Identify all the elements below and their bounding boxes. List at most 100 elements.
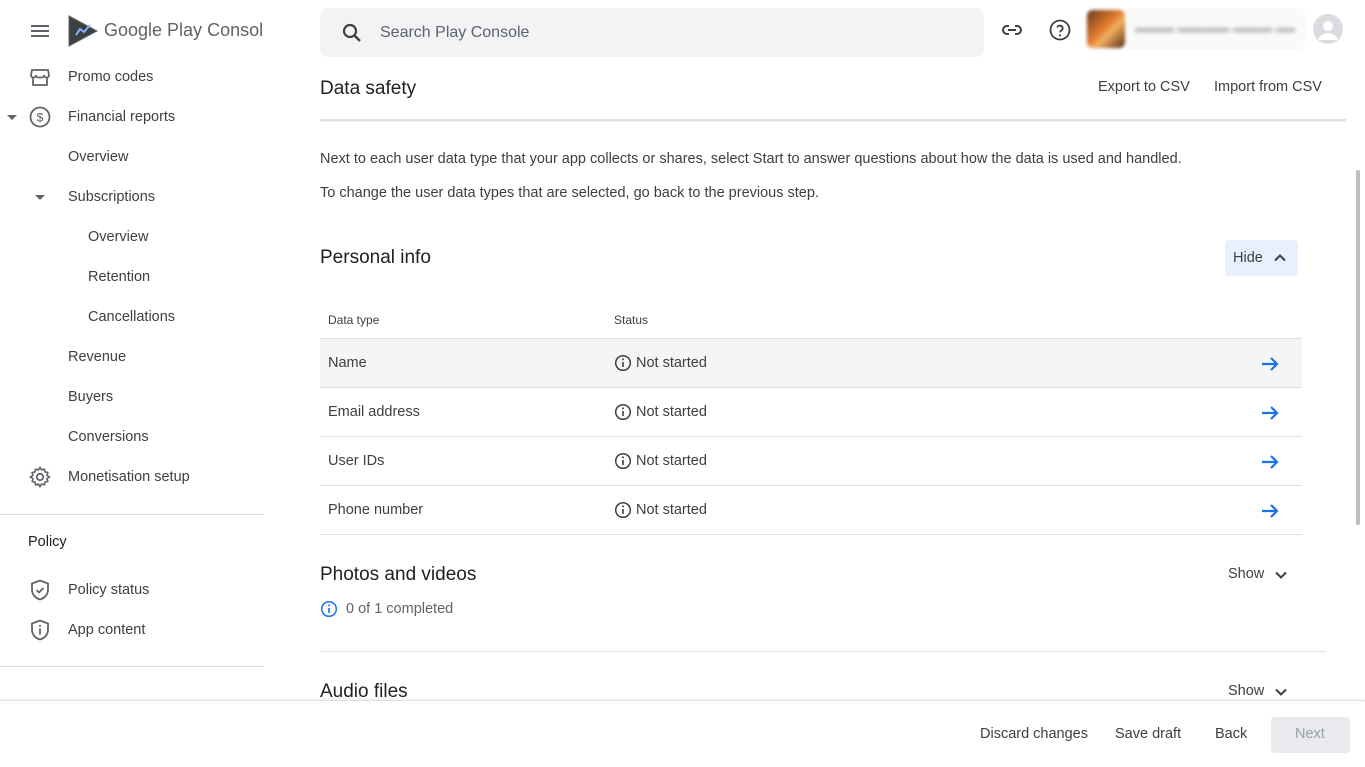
- sidebar-item-app-content[interactable]: App content: [0, 610, 264, 650]
- sidebar-item-label: App content: [68, 622, 146, 638]
- discard-changes-button[interactable]: Discard changes: [980, 726, 1088, 742]
- shield-info-icon: [31, 619, 49, 641]
- search-bar[interactable]: [320, 8, 984, 57]
- status-text: Not started: [636, 453, 707, 469]
- description-text: To change the user data types that are s…: [320, 185, 819, 201]
- developer-account-image: [1087, 10, 1125, 48]
- sidebar-item-label: Financial reports: [68, 109, 176, 125]
- data-type-cell: Email address: [328, 404, 420, 420]
- export-csv-button[interactable]: Export to CSV: [1098, 79, 1190, 95]
- search-icon: [342, 23, 361, 42]
- search-input[interactable]: [380, 8, 960, 57]
- column-header-status: Status: [614, 313, 649, 327]
- link-icon[interactable]: [1000, 18, 1024, 42]
- svg-text:$: $: [37, 111, 44, 125]
- sidebar-item-label: Overview: [68, 149, 129, 165]
- sidebar-section-policy: Policy: [28, 534, 67, 550]
- column-header-data-type: Data type: [328, 313, 380, 327]
- play-console-logo: [68, 15, 98, 47]
- data-type-cell: Phone number: [328, 502, 424, 518]
- arrow-right-icon[interactable]: [1258, 450, 1282, 474]
- status-text: Not started: [636, 404, 707, 420]
- sidebar-item-retention[interactable]: Retention: [0, 257, 264, 297]
- sidebar-item-promo-codes[interactable]: Promo codes: [0, 57, 264, 97]
- info-icon: [614, 501, 632, 519]
- sidebar-item-label: Promo codes: [68, 69, 154, 85]
- scrollbar[interactable]: [1356, 170, 1360, 525]
- table-bottom-border: [320, 534, 1302, 535]
- description-text: Next to each user data type that your ap…: [320, 151, 1182, 167]
- arrow-right-icon[interactable]: [1258, 401, 1282, 425]
- caret-down-icon: [7, 115, 17, 120]
- developer-account-switcher[interactable]: ▬▬▬ ▬▬▬▬ ▬▬▬ ▬▬▬▬: [1085, 8, 1305, 50]
- menu-icon[interactable]: [28, 19, 52, 43]
- info-icon: [614, 354, 632, 372]
- help-icon[interactable]: [1048, 18, 1072, 42]
- completion-status: 0 of 1 completed: [320, 599, 453, 619]
- table-row[interactable]: Phone number Not started: [320, 485, 1302, 534]
- info-icon: [320, 600, 338, 618]
- footer-action-bar: Discard changes Save draft Back Next: [0, 700, 1365, 767]
- table-row[interactable]: Name Not started: [320, 338, 1302, 387]
- info-icon: [614, 452, 632, 470]
- sidebar-divider: [0, 666, 264, 667]
- section-divider: [320, 651, 1326, 652]
- sidebar-item-subscriptions[interactable]: Subscriptions: [0, 177, 264, 217]
- sidebar-item-financial-reports[interactable]: $ Financial reports: [0, 97, 264, 137]
- import-csv-button[interactable]: Import from CSV: [1214, 79, 1322, 95]
- table-row[interactable]: Email address Not started: [320, 387, 1302, 436]
- brand-name: Google Play Console: [104, 20, 264, 41]
- sidebar-item-buyers[interactable]: Buyers: [0, 377, 264, 417]
- sidebar-item-label: Conversions: [68, 429, 149, 445]
- caret-down-icon: [35, 195, 45, 200]
- next-button[interactable]: Next: [1271, 717, 1350, 753]
- sidebar-item-subscriptions-overview[interactable]: Overview: [0, 217, 264, 257]
- sidebar-divider: [0, 514, 264, 515]
- chevron-up-icon: [1274, 254, 1286, 262]
- show-button-label: Show: [1228, 683, 1265, 699]
- section-title-personal-info: Personal info: [320, 247, 431, 268]
- next-button-label: Next: [1295, 726, 1325, 742]
- sidebar-item-conversions[interactable]: Conversions: [0, 417, 264, 457]
- status-cell: Not started: [614, 451, 707, 471]
- sidebar-item-monetisation-setup[interactable]: Monetisation setup: [0, 457, 264, 497]
- gear-icon: [29, 466, 51, 488]
- sidebar-item-revenue[interactable]: Revenue: [0, 337, 264, 377]
- show-button[interactable]: Show: [1220, 560, 1300, 588]
- status-cell: Not started: [614, 500, 707, 520]
- sidebar-item-cancellations[interactable]: Cancellations: [0, 297, 264, 337]
- hide-button[interactable]: Hide: [1225, 240, 1298, 276]
- chevron-down-icon: [1275, 571, 1287, 579]
- sidebar: Google Play Console Promo codes $ Financ…: [0, 0, 264, 700]
- status-cell: Not started: [614, 402, 707, 422]
- brand-console: Console: [207, 20, 264, 40]
- dollar-circle-icon: $: [29, 106, 51, 128]
- show-button-label: Show: [1228, 566, 1265, 582]
- arrow-right-icon[interactable]: [1258, 499, 1282, 523]
- table-row[interactable]: User IDs Not started: [320, 436, 1302, 485]
- save-draft-button[interactable]: Save draft: [1115, 726, 1181, 742]
- status-cell: Not started: [614, 353, 707, 373]
- status-text: Not started: [636, 355, 707, 371]
- data-type-cell: Name: [328, 355, 367, 371]
- person-icon: [1318, 21, 1338, 40]
- info-icon: [614, 403, 632, 421]
- sidebar-item-label: Monetisation setup: [68, 469, 190, 485]
- sidebar-item-label: Retention: [88, 269, 151, 285]
- data-type-cell: User IDs: [328, 453, 385, 469]
- sidebar-item-policy-status[interactable]: Policy status: [0, 570, 264, 610]
- sidebar-item-label: Buyers: [68, 389, 114, 405]
- status-text: Not started: [636, 502, 707, 518]
- avatar[interactable]: [1313, 14, 1343, 44]
- sidebar-item-label: Cancellations: [88, 309, 176, 325]
- back-button[interactable]: Back: [1215, 726, 1247, 742]
- brand-google-play: Google Play: [104, 20, 203, 40]
- sidebar-item-label: Overview: [88, 229, 149, 245]
- sidebar-item-label: Policy status: [68, 582, 150, 598]
- section-title-photos-videos: Photos and videos: [320, 564, 477, 585]
- chevron-down-icon: [1275, 688, 1287, 696]
- arrow-right-icon[interactable]: [1258, 352, 1282, 376]
- sidebar-item-financial-overview[interactable]: Overview: [0, 137, 264, 177]
- shield-check-icon: [31, 579, 49, 601]
- hide-button-label: Hide: [1233, 250, 1263, 266]
